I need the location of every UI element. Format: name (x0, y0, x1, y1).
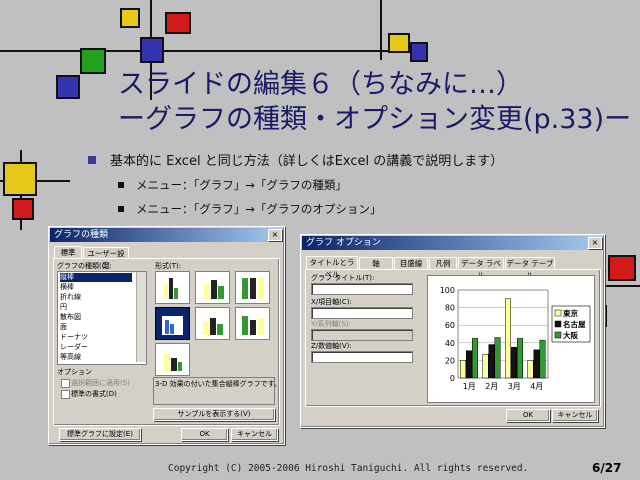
set-default-button[interactable]: 標準グラフに設定(E) (59, 428, 141, 441)
legend-label: 名古屋 (563, 319, 586, 329)
default-format-checkbox[interactable] (61, 390, 70, 399)
chart-options-titlebar: グラフ オプション (302, 236, 603, 250)
bar (533, 349, 540, 379)
legend-label: 東京 (563, 308, 578, 318)
bar (482, 353, 489, 379)
y-tick-label: 100 (440, 286, 455, 295)
legend-swatch (554, 331, 562, 339)
chart-options-dialog: グラフ オプション × タイトルとラベル 軸 目盛線 凡例 データ ラベル デー… (300, 234, 605, 428)
ok-button[interactable]: OK (506, 409, 550, 422)
apply-selection-checkbox[interactable] (61, 379, 70, 388)
bullet-sub1: メニュー：「グラフ」→「グラフの種類」 (136, 178, 347, 192)
tab-axes[interactable]: 軸 (359, 257, 393, 269)
bar (505, 298, 511, 379)
z-axis-label: Z/数値軸(V): (311, 342, 352, 350)
x-tick-label: 2月 (485, 382, 498, 391)
close-button[interactable]: × (268, 229, 282, 241)
ok-button[interactable]: OK (181, 428, 228, 441)
subtype-thumb[interactable] (195, 307, 230, 340)
bar (488, 344, 495, 379)
tab-data-table[interactable]: データ テーブル (505, 257, 555, 280)
subtype-thumb-selected[interactable] (155, 307, 190, 340)
y-tick-label: 40 (445, 339, 455, 348)
preview-button[interactable]: サンプルを表示する(V) (153, 408, 275, 421)
cancel-button[interactable]: キャンセル (552, 409, 598, 422)
bar (527, 360, 534, 379)
bar (511, 346, 517, 379)
y-tick-label: 0 (450, 374, 455, 383)
slide-title-line2: ーグラフの種類・オプション変更(p.33)ー (118, 104, 632, 135)
bar (517, 338, 523, 379)
chart-preview-area: 0 20 40 60 80 100 1月 2月 3月 4月 東京 名古屋 大阪 (427, 275, 595, 403)
tab-gridlines[interactable]: 目盛線 (394, 257, 428, 269)
x-tick-label: 3月 (508, 382, 521, 391)
bullet-sub2: メニュー：「グラフ」→「グラフのオプション」 (136, 202, 382, 216)
list-item[interactable]: 円 (60, 303, 67, 312)
chart-type-label: グラフの種類(C): (57, 262, 112, 270)
bullet-marker (88, 156, 96, 164)
chart-title-input[interactable] (311, 283, 413, 295)
subtype-label: 形式(T): (155, 262, 182, 270)
y-tick-label: 80 (445, 304, 455, 313)
page-number: 6/27 (592, 461, 622, 475)
y-axis-label: Y/系列軸(S): (311, 320, 351, 328)
subtype-thumb[interactable] (195, 271, 230, 304)
list-scrollbar[interactable] (136, 272, 146, 362)
subtype-thumb[interactable] (235, 271, 270, 304)
z-axis-input[interactable] (311, 351, 413, 363)
x-tick-label: 4月 (530, 382, 543, 391)
tab-legend[interactable]: 凡例 (429, 257, 457, 269)
list-item[interactable]: レーダー (60, 343, 88, 352)
legend-swatch (554, 309, 562, 317)
chart-type-titlebar: グラフの種類 (50, 228, 283, 242)
bar (460, 360, 466, 379)
chart-title-label: グラフ タイトル(T): (311, 274, 375, 282)
tab-titles-labels[interactable]: タイトルとラベル (306, 256, 358, 279)
apply-selection-label: 選択範囲に適用(S) (71, 379, 130, 387)
subtype-thumb[interactable] (155, 343, 190, 376)
tab-data-labels[interactable]: データ ラベル (458, 257, 504, 280)
bar (494, 337, 501, 379)
subtype-thumb[interactable] (155, 271, 190, 304)
bar (466, 350, 472, 379)
chart-preview: 0 20 40 60 80 100 1月 2月 3月 4月 東京名古屋大阪 (440, 286, 591, 391)
bullet-main: 基本的に Excel と同じ方法（詳しくはExcel の講義で説明します） (110, 154, 504, 169)
close-button[interactable]: × (588, 237, 602, 249)
x-axis-input[interactable] (311, 307, 413, 319)
y-tick-label: 20 (445, 356, 455, 365)
list-item[interactable]: 折れ線 (60, 293, 81, 302)
y-axis-input[interactable] (311, 329, 413, 341)
sub-bullet-marker (118, 206, 124, 212)
list-item[interactable]: 縦棒 (60, 273, 132, 282)
x-tick-label: 1月 (463, 382, 476, 391)
options-group-label: オプション (57, 368, 92, 376)
bar (539, 339, 546, 379)
description-text: 3-D 効果の付いた集合縦棒グラフです。 (155, 380, 281, 388)
list-item[interactable]: 面 (60, 323, 67, 332)
chart-type-list[interactable]: 縦棒 横棒 折れ線 円 散布図 面 ドーナツ レーダー 等高線 (57, 271, 147, 365)
subtype-thumb[interactable] (235, 307, 270, 340)
y-tick-label: 60 (445, 321, 455, 330)
copyright: Copyright (C) 2005-2006 Hiroshi Taniguch… (168, 463, 529, 474)
list-item[interactable]: 散布図 (60, 313, 81, 322)
sub-bullet-marker (118, 182, 124, 188)
chart-type-dialog: グラフの種類 × 標準 ユーザー設定 グラフの種類(C): 縦棒 横棒 折れ線 … (48, 226, 285, 445)
cancel-button[interactable]: キャンセル (231, 428, 278, 441)
legend-label: 大阪 (563, 330, 578, 340)
default-format-label: 標準の書式(D) (71, 390, 117, 398)
slide-title-line1: スライドの編集６（ちなみに…） (118, 69, 523, 100)
list-item[interactable]: 横棒 (60, 283, 74, 292)
x-axis-label: X/項目軸(C): (311, 298, 352, 306)
bar (472, 338, 478, 379)
legend-swatch (554, 320, 562, 328)
list-item[interactable]: ドーナツ (60, 333, 88, 342)
list-item[interactable]: 等高線 (60, 353, 81, 362)
